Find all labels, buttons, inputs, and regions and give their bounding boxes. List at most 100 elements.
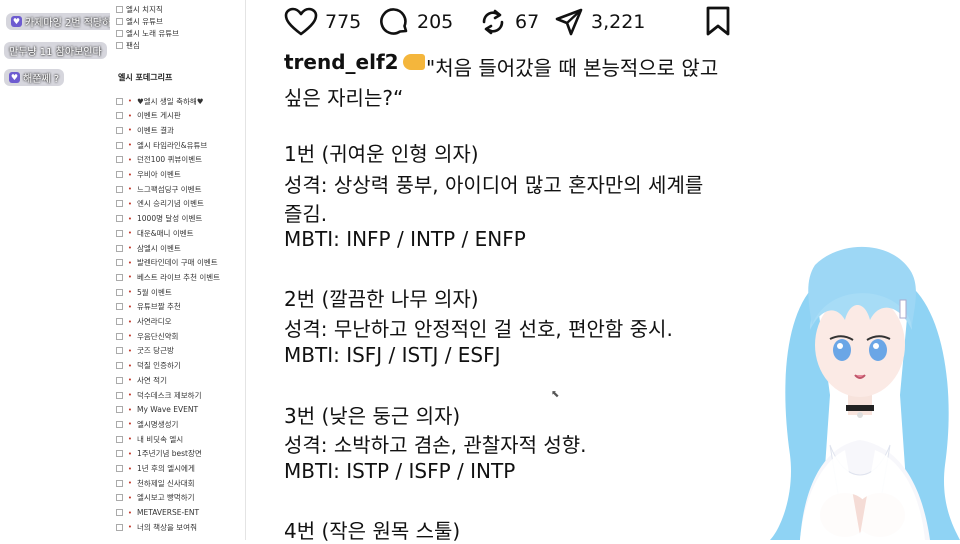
sidebar-link[interactable]: 엘시 노래 유튜브 xyxy=(116,27,179,39)
sidebar-link[interactable]: 엘시 치지직 xyxy=(116,3,163,15)
sidebar-item-label: 너의 책상을 보여줘 xyxy=(137,522,197,532)
sidebar-item[interactable]: • 덕수데스크 제보하기 xyxy=(116,389,201,401)
chat-message-text: 만두냥 11 참아보인다 xyxy=(9,47,102,58)
sidebar-item-label: 굿즈 당근방 xyxy=(137,346,174,356)
post-text-line: 1번 (귀여운 인형 의자) xyxy=(284,142,479,166)
sidebar-item[interactable]: • 1000명 달성 이벤트 xyxy=(116,213,202,225)
sidebar-item[interactable]: • 이벤트 결과 xyxy=(116,124,174,136)
username-text: trend_elf2 xyxy=(284,50,399,74)
sidebar-item[interactable]: • 사연 적기 xyxy=(116,374,167,386)
like-button[interactable]: 775 xyxy=(284,7,361,37)
sidebar-item-label: 던전100 퀴뷰이벤트 xyxy=(137,155,202,165)
emoji-icon: • xyxy=(127,170,133,179)
board-icon xyxy=(116,229,123,237)
sidebar-item[interactable]: • 발렌타인데이 구매 이벤트 xyxy=(116,257,218,269)
sidebar-item[interactable]: • My Wave EVENT xyxy=(116,404,198,416)
sidebar-item[interactable]: • 삼엘시 이벤트 xyxy=(116,242,181,254)
sidebar-item[interactable]: • 대운&매니 이벤트 xyxy=(116,227,194,239)
sidebar-item[interactable]: • ♥엘시 생일 축하해♥ xyxy=(116,95,204,107)
chat-message: 만두냥 11 참아보인다 xyxy=(4,42,107,59)
sidebar-item[interactable]: • 덕질 인증하기 xyxy=(116,360,181,372)
emoji-icon: • xyxy=(127,435,133,444)
sidebar-item[interactable]: • 던전100 퀴뷰이벤트 xyxy=(116,154,202,166)
sidebar-item[interactable]: • 엘시 타임라인&유튜브 xyxy=(116,139,207,151)
board-icon xyxy=(116,450,123,458)
sidebar-item-label: 느그팩섬딩구 이벤트 xyxy=(137,184,202,194)
post-text-line: 성격: 소박하고 겸손, 관찰자적 성향. xyxy=(284,433,587,457)
sidebar-item[interactable]: • METAVERSE-ENT xyxy=(116,507,199,519)
share-button[interactable]: 3,221 xyxy=(554,7,645,37)
sidebar-item[interactable]: • 엘시보고 빵먹하기 xyxy=(116,492,195,504)
emoji-icon: • xyxy=(127,420,133,429)
like-count: 775 xyxy=(325,11,362,33)
emoji-icon: • xyxy=(127,229,133,238)
board-icon xyxy=(116,494,123,502)
sidebar-link[interactable]: 엘시 유튜브 xyxy=(116,15,163,27)
emoji-icon: • xyxy=(127,244,133,252)
board-icon xyxy=(116,435,123,443)
sidebar-item[interactable]: • 천하제일 신사대회 xyxy=(116,477,195,489)
sidebar-item[interactable]: • 굿즈 당근방 xyxy=(116,345,174,357)
chat-message: ♥ 카제마잉 2번 적당하다 xyxy=(6,13,126,30)
emoji-icon: • xyxy=(127,464,133,473)
sidebar-item-label: 덕수데스크 제보하기 xyxy=(137,390,202,400)
board-icon xyxy=(116,479,123,487)
post-text-line: 즐김. xyxy=(284,202,328,226)
repost-count: 67 xyxy=(515,11,540,33)
sidebar-item[interactable]: • 엔시 승리기념 이벤트 xyxy=(116,198,204,210)
sidebar-item-label: 엔시 승리기념 이벤트 xyxy=(137,199,204,209)
sidebar-item[interactable]: • 1주년기념 best장면 xyxy=(116,448,202,460)
sidebar-item[interactable]: • 우비아 이벤트 xyxy=(116,169,181,181)
sidebar-item-label: 덕질 인증하기 xyxy=(137,361,181,371)
sidebar-item-label: 대운&매니 이벤트 xyxy=(137,228,194,238)
emoji-icon: • xyxy=(127,126,133,135)
board-icon xyxy=(116,288,123,296)
sidebar-item[interactable]: • 5월 이벤트 xyxy=(116,286,172,298)
vtuber-avatar xyxy=(770,246,960,540)
board-icon xyxy=(116,41,123,49)
sidebar-item[interactable]: • 베스트 라이브 추천 이벤트 xyxy=(116,271,220,283)
board-icon xyxy=(116,303,123,311)
board-icon xyxy=(116,17,123,25)
board-icon xyxy=(116,332,123,340)
sidebar-item[interactable]: • 사연라디오 xyxy=(116,316,172,328)
subscriber-badge-icon: ♥ xyxy=(11,16,22,27)
sidebar-item[interactable]: • 느그팩섬딩구 이벤트 xyxy=(116,183,201,195)
sidebar-item-label: 사연 적기 xyxy=(137,375,167,385)
subscriber-badge-icon: ♥ xyxy=(9,72,20,83)
sidebar-section-title: 엘시 포데그리프 xyxy=(118,73,173,82)
sidebar-item[interactable]: • 우음단신약회 xyxy=(116,330,178,342)
sidebar-item[interactable]: • 엘시명생성기 xyxy=(116,418,178,430)
sidebar-item[interactable]: • 너의 책상을 보여줘 xyxy=(116,521,197,533)
bookmark-button[interactable] xyxy=(704,5,732,37)
board-icon xyxy=(116,273,123,281)
repost-icon xyxy=(482,9,504,35)
sidebar-item-label: 내 비딧속 엘시 xyxy=(137,434,184,444)
post-text-line: "처음 들어갔을 때 본능적으로 앉고 xyxy=(426,56,719,80)
sidebar-link-label: 엘시 치지직 xyxy=(126,4,163,14)
chat-message-text: 해쭌쩨 ? xyxy=(23,74,60,85)
board-icon xyxy=(116,509,123,517)
sidebar-item[interactable]: • 유튜브짤 추천 xyxy=(116,301,181,313)
sidebar-item[interactable]: • 내 비딧속 엘시 xyxy=(116,433,183,445)
comment-bubble-icon xyxy=(380,8,408,35)
mouse-cursor-icon: ⬉ xyxy=(551,389,560,400)
share-count: 3,221 xyxy=(591,11,646,33)
repost-button[interactable]: 67 xyxy=(478,7,539,37)
board-icon xyxy=(116,362,123,370)
sidebar-link[interactable]: 팬심 xyxy=(116,39,140,51)
sidebar-item-label: ♥엘시 생일 축하해♥ xyxy=(137,96,204,106)
comment-button[interactable]: 205 xyxy=(380,7,453,37)
post-author[interactable]: trend_elf2 xyxy=(284,50,425,74)
sidebar-item[interactable]: • 1년 후의 엘시에게 xyxy=(116,463,195,475)
heart-icon xyxy=(284,7,318,36)
sidebar-item-label: 1000명 달성 이벤트 xyxy=(137,214,203,224)
sidebar-link-label: 엘시 노래 유튜브 xyxy=(126,28,180,38)
sidebar-item-label: 베스트 라이브 추천 이벤트 xyxy=(137,272,221,282)
pointing-hand-icon xyxy=(402,53,425,70)
sidebar-item[interactable]: • 이벤트 게시판 xyxy=(116,110,181,122)
sidebar-item-label: 삼엘시 이벤트 xyxy=(137,243,181,253)
emoji-icon: • xyxy=(127,317,133,326)
emoji-icon: • xyxy=(127,97,133,105)
emoji-icon: • xyxy=(127,155,133,164)
